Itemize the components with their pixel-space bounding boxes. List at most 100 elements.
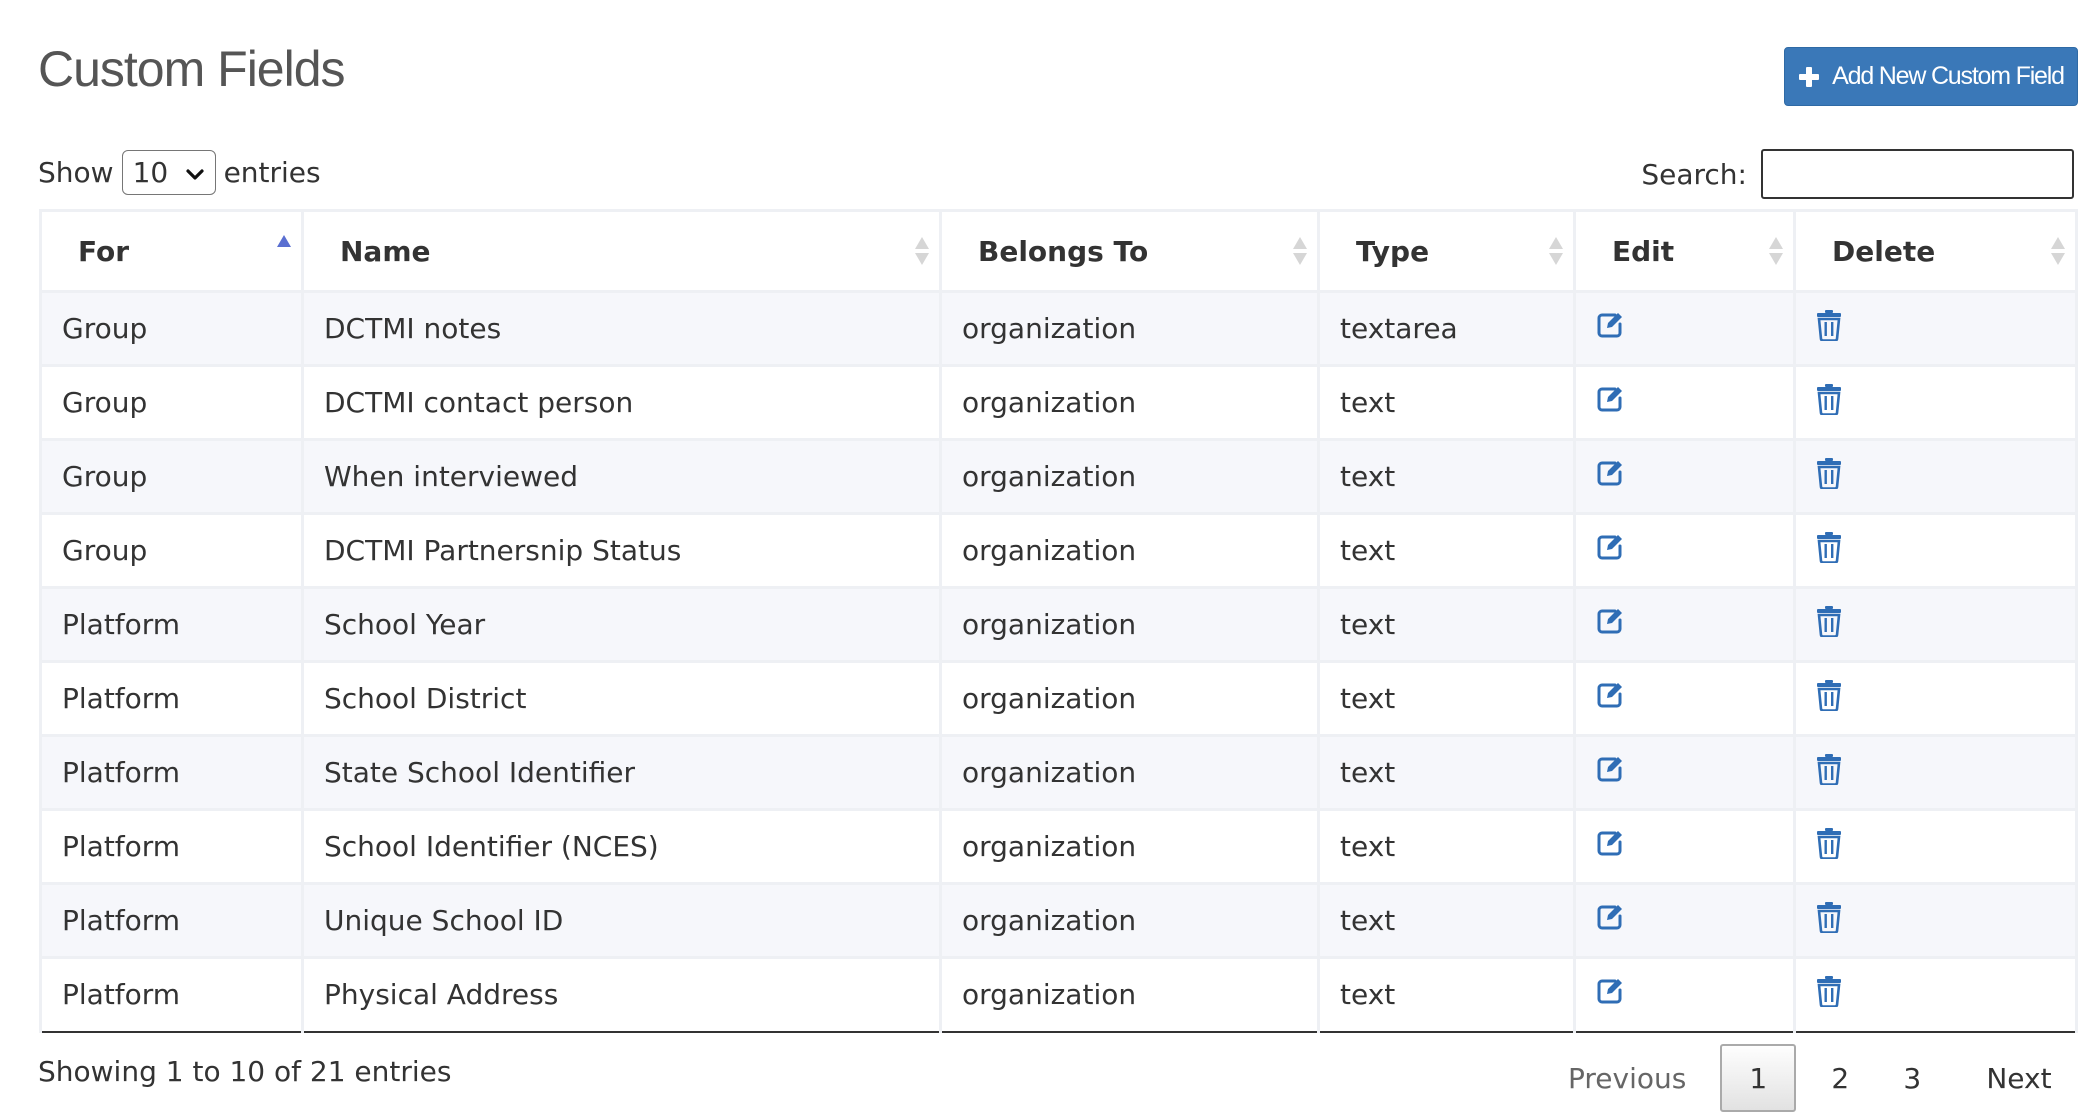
cell-type: text bbox=[1317, 660, 1576, 737]
cell-for: Platform bbox=[39, 586, 304, 663]
add-new-custom-field-button[interactable]: Add New Custom Field bbox=[1784, 47, 2078, 106]
cell-for: Group bbox=[39, 290, 304, 367]
cell-for: Group bbox=[39, 438, 304, 515]
cell-name: School Identifier (NCES) bbox=[301, 808, 942, 885]
cell-for: Platform bbox=[39, 734, 304, 811]
cell-edit bbox=[1573, 882, 1796, 959]
cell-name: School Year bbox=[301, 586, 942, 663]
edit-icon[interactable] bbox=[1596, 977, 1624, 1005]
sort-icon bbox=[1293, 235, 1307, 267]
column-header-edit[interactable]: Edit bbox=[1573, 209, 1796, 293]
cell-belongs-to: organization bbox=[939, 734, 1320, 811]
cell-edit bbox=[1573, 660, 1796, 737]
trash-icon[interactable] bbox=[1816, 309, 1842, 341]
pagination: Previous 1 2 3 Next bbox=[1540, 1043, 2080, 1113]
trash-icon[interactable] bbox=[1816, 901, 1842, 933]
cell-name: State School Identifier bbox=[301, 734, 942, 811]
table-row: Platform School Identifier (NCES) organiza… bbox=[39, 808, 2078, 885]
table-row: Platform Unique School ID organization text bbox=[39, 882, 2078, 959]
sort-icon bbox=[1769, 235, 1783, 267]
trash-icon[interactable] bbox=[1816, 383, 1842, 415]
cell-delete bbox=[1793, 808, 2078, 885]
entries-label: entries bbox=[223, 156, 321, 189]
table-row: Platform Physical Address organization text bbox=[39, 956, 2078, 1033]
cell-belongs-to: organization bbox=[939, 882, 1320, 959]
edit-icon[interactable] bbox=[1596, 533, 1624, 561]
column-header-belongs-to[interactable]: Belongs To bbox=[939, 209, 1320, 293]
cell-type: text bbox=[1317, 808, 1576, 885]
page-title: Custom Fields bbox=[38, 41, 346, 97]
cell-edit bbox=[1573, 734, 1796, 811]
cell-edit bbox=[1573, 512, 1796, 589]
cell-for: Platform bbox=[39, 882, 304, 959]
cell-edit bbox=[1573, 808, 1796, 885]
search-control: Search: bbox=[1641, 148, 2074, 200]
cell-edit bbox=[1573, 438, 1796, 515]
cell-for: Group bbox=[39, 364, 304, 441]
cell-delete bbox=[1793, 512, 2078, 589]
table-row: Group DCTMI Partnersnip Status organizatio… bbox=[39, 512, 2078, 589]
edit-icon[interactable] bbox=[1596, 385, 1624, 413]
table-row: Group DCTMI contact person organization tex… bbox=[39, 364, 2078, 441]
cell-edit bbox=[1573, 586, 1796, 663]
cell-belongs-to: organization bbox=[939, 290, 1320, 367]
cell-belongs-to: organization bbox=[939, 512, 1320, 589]
cell-belongs-to: organization bbox=[939, 808, 1320, 885]
sort-icon bbox=[915, 235, 929, 267]
length-control: Show 10 entries bbox=[38, 150, 321, 195]
entries-per-page-value: 10 bbox=[132, 156, 169, 189]
cell-name: DCTMI notes bbox=[301, 290, 942, 367]
cell-name: DCTMI Partnersnip Status bbox=[301, 512, 942, 589]
cell-for: Platform bbox=[39, 956, 304, 1033]
column-header-delete[interactable]: Delete bbox=[1793, 209, 2078, 293]
table-header-row: For Name Belongs To Type Edit Delete bbox=[39, 209, 2078, 293]
cell-for: Platform bbox=[39, 808, 304, 885]
previous-page-button[interactable]: Previous bbox=[1540, 1044, 1714, 1112]
chevron-down-icon bbox=[185, 156, 205, 189]
cell-belongs-to: organization bbox=[939, 438, 1320, 515]
trash-icon[interactable] bbox=[1816, 531, 1842, 563]
cell-for: Group bbox=[39, 512, 304, 589]
edit-icon[interactable] bbox=[1596, 755, 1624, 783]
trash-icon[interactable] bbox=[1816, 975, 1842, 1008]
edit-icon[interactable] bbox=[1596, 829, 1624, 857]
cell-belongs-to: organization bbox=[939, 364, 1320, 441]
trash-icon[interactable] bbox=[1816, 679, 1842, 711]
trash-icon[interactable] bbox=[1816, 457, 1842, 489]
edit-icon[interactable] bbox=[1596, 607, 1624, 635]
cell-type: text bbox=[1317, 734, 1576, 811]
edit-icon[interactable] bbox=[1596, 459, 1624, 487]
edit-icon[interactable] bbox=[1596, 681, 1624, 709]
cell-edit bbox=[1573, 956, 1796, 1033]
search-input[interactable] bbox=[1761, 149, 2074, 199]
search-label: Search: bbox=[1641, 157, 1747, 191]
column-header-type[interactable]: Type bbox=[1317, 209, 1576, 293]
table-row: Platform State School Identifier organizat… bbox=[39, 734, 2078, 811]
column-header-label: Edit bbox=[1612, 234, 1675, 268]
cell-delete bbox=[1793, 290, 2078, 367]
cell-name: Physical Address bbox=[301, 956, 942, 1033]
cell-name: School District bbox=[301, 660, 942, 737]
add-button-label: Add New Custom Field bbox=[1832, 62, 2065, 90]
edit-icon[interactable] bbox=[1596, 311, 1624, 339]
cell-delete bbox=[1793, 660, 2078, 737]
cell-type: text bbox=[1317, 512, 1576, 589]
trash-icon[interactable] bbox=[1816, 605, 1842, 637]
page-button-1[interactable]: 1 bbox=[1720, 1044, 1797, 1112]
next-page-button[interactable]: Next bbox=[1958, 1044, 2079, 1112]
trash-icon[interactable] bbox=[1816, 753, 1842, 785]
edit-icon[interactable] bbox=[1596, 903, 1624, 931]
cell-name: DCTMI contact person bbox=[301, 364, 942, 441]
table-info: Showing 1 to 10 of 21 entries bbox=[38, 1055, 452, 1088]
page-button-3[interactable]: 3 bbox=[1876, 1044, 1948, 1112]
page-button-2[interactable]: 2 bbox=[1804, 1044, 1876, 1112]
column-header-for[interactable]: For bbox=[39, 209, 304, 293]
column-header-name[interactable]: Name bbox=[301, 209, 942, 293]
cell-name: Unique School ID bbox=[301, 882, 942, 959]
cell-edit bbox=[1573, 290, 1796, 367]
entries-per-page-select[interactable]: 10 bbox=[121, 150, 216, 195]
cell-delete bbox=[1793, 734, 2078, 811]
column-header-label: For bbox=[78, 234, 130, 268]
column-header-label: Belongs To bbox=[978, 234, 1149, 268]
trash-icon[interactable] bbox=[1816, 827, 1842, 859]
